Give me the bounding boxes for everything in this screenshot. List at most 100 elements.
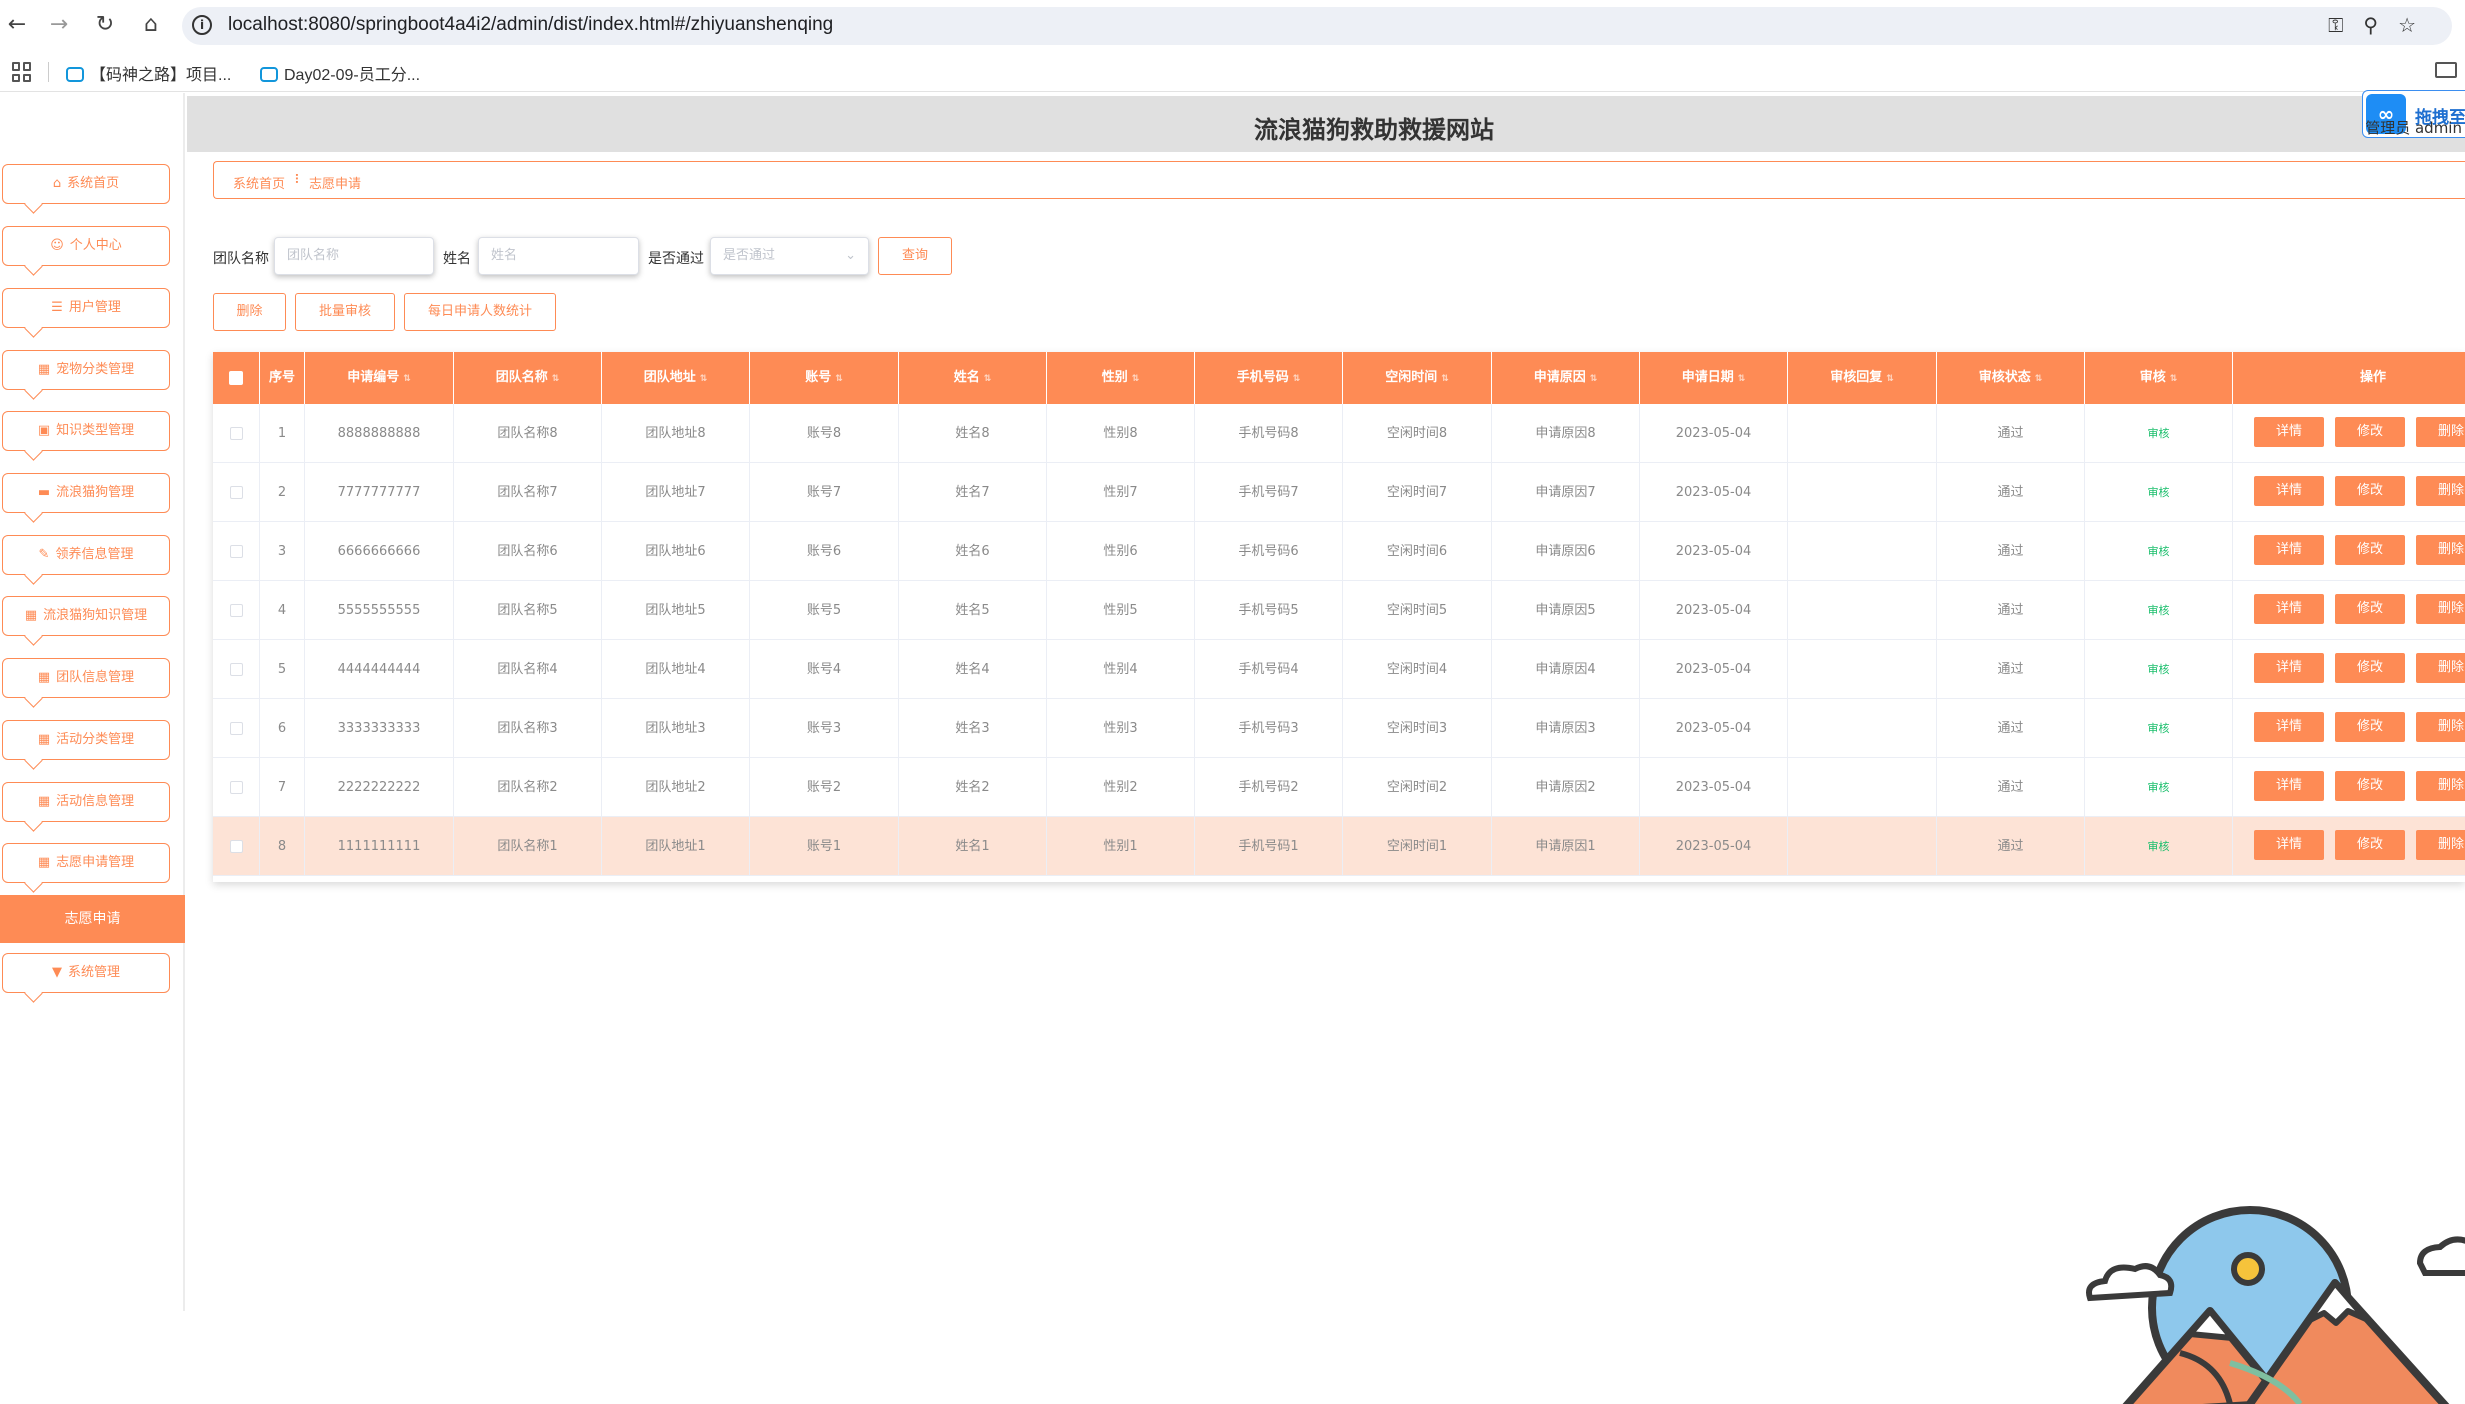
table-row[interactable]: 1 8888888888 团队名称8 团队地址8 账号8 姓名8 性别8 手机号码8 空闲时间8…: [213, 404, 2465, 463]
detail-button[interactable]: 详情: [2254, 771, 2324, 801]
column-header[interactable]: 手机号码 ⇅: [1195, 352, 1343, 404]
sidebar-item-activity-info[interactable]: ▦ 活动信息管理: [2, 782, 170, 822]
query-button[interactable]: 查询: [878, 237, 952, 275]
sidebar-item-stray-animals[interactable]: ▬ 流浪猫狗管理: [2, 473, 170, 513]
row-checkbox[interactable]: [229, 781, 243, 794]
reload-icon[interactable]: ↻: [90, 10, 120, 40]
row-delete-button[interactable]: 删除: [2416, 535, 2465, 565]
table-row[interactable]: 6 3333333333 团队名称3 团队地址3 账号3 姓名3 性别3 手机号码3 空闲时间3…: [213, 699, 2465, 758]
breadcrumb-home[interactable]: 系统首页: [233, 173, 285, 192]
sidebar-item-activity-category[interactable]: ▦ 活动分类管理: [2, 720, 170, 760]
column-header[interactable]: 审核 ⇅: [2085, 352, 2233, 404]
table-row[interactable]: 5 4444444444 团队名称4 团队地址4 账号4 姓名4 性别4 手机号码4 空闲时间4…: [213, 640, 2465, 699]
column-header[interactable]: 团队名称 ⇅: [454, 352, 602, 404]
audit-link[interactable]: 审核: [2148, 781, 2170, 794]
table-row[interactable]: 3 6666666666 团队名称6 团队地址6 账号6 姓名6 性别6 手机号码6 空闲时间6…: [213, 522, 2465, 581]
column-header[interactable]: 审核状态 ⇅: [1937, 352, 2085, 404]
row-checkbox[interactable]: [229, 722, 243, 735]
name-input[interactable]: 姓名: [478, 237, 639, 275]
sidebar-item-profile[interactable]: ☺ 个人中心: [2, 226, 170, 266]
admin-user[interactable]: 管理员 admin: [2365, 117, 2462, 138]
row-delete-button[interactable]: 删除: [2416, 771, 2465, 801]
zoom-icon[interactable]: ⚲: [2363, 13, 2398, 37]
sidebar-item-stray-knowledge[interactable]: ▦ 流浪猫狗知识管理: [2, 596, 170, 636]
sidebar-item-system[interactable]: ▼ 系统管理: [2, 953, 170, 993]
bookmark-item[interactable]: 【码神之路】项目...: [66, 61, 231, 85]
column-header[interactable]: 账号 ⇅: [750, 352, 899, 404]
column-header[interactable]: 姓名 ⇅: [899, 352, 1047, 404]
batch-audit-button[interactable]: 批量审核: [295, 293, 395, 331]
audit-link[interactable]: 审核: [2148, 545, 2170, 558]
audit-link[interactable]: 审核: [2148, 486, 2170, 499]
row-checkbox[interactable]: [229, 545, 243, 558]
table-row[interactable]: 8 1111111111 团队名称1 团队地址1 账号1 姓名1 性别1 手机号码1 空闲时间1…: [213, 817, 2465, 876]
daily-stats-button[interactable]: 每日申请人数统计: [404, 293, 556, 331]
address-bar-icons[interactable]: ⚿⚲☆: [2328, 13, 2436, 37]
sidebar-item-users[interactable]: ☰ 用户管理: [2, 288, 170, 328]
sidebar-item-home[interactable]: ⌂ 系统首页: [2, 164, 170, 204]
bookmark-item[interactable]: Day02-09-员工分...: [260, 61, 420, 85]
edit-button[interactable]: 修改: [2335, 653, 2405, 683]
url-text[interactable]: localhost:8080/springboot4a4i2/admin/dis…: [228, 14, 833, 36]
sidebar-item-adoption[interactable]: ✎ 领养信息管理: [2, 535, 170, 575]
select-all-checkbox[interactable]: [213, 352, 260, 404]
home-icon[interactable]: ⌂: [136, 10, 166, 40]
detail-button[interactable]: 详情: [2254, 535, 2324, 565]
audit-link[interactable]: 审核: [2148, 663, 2170, 676]
site-info-icon[interactable]: i: [192, 15, 212, 35]
row-delete-button[interactable]: 删除: [2416, 594, 2465, 624]
table-row[interactable]: 2 7777777777 团队名称7 团队地址7 账号7 姓名7 性别7 手机号码7 空闲时间7…: [213, 463, 2465, 522]
column-header[interactable]: 申请编号 ⇅: [305, 352, 454, 404]
sidebar-item-pet-category[interactable]: ▦ 宠物分类管理: [2, 350, 170, 390]
audit-link[interactable]: 审核: [2148, 604, 2170, 617]
edit-button[interactable]: 修改: [2335, 771, 2405, 801]
row-delete-button[interactable]: 删除: [2416, 712, 2465, 742]
row-checkbox[interactable]: [229, 604, 243, 617]
pass-select[interactable]: 是否通过 ⌄: [710, 237, 869, 275]
sidebar-item-volunteer-apply-mgmt[interactable]: ▦ 志愿申请管理: [2, 843, 170, 883]
row-checkbox[interactable]: [229, 840, 243, 853]
edit-button[interactable]: 修改: [2335, 594, 2405, 624]
detail-button[interactable]: 详情: [2254, 653, 2324, 683]
apps-grid-icon[interactable]: [12, 62, 32, 82]
column-header[interactable]: 团队地址 ⇅: [602, 352, 750, 404]
forward-icon[interactable]: →: [44, 10, 74, 40]
detail-button[interactable]: 详情: [2254, 476, 2324, 506]
edit-button[interactable]: 修改: [2335, 535, 2405, 565]
edit-button[interactable]: 修改: [2335, 417, 2405, 447]
row-delete-button[interactable]: 删除: [2416, 653, 2465, 683]
star-icon[interactable]: ☆: [2398, 13, 2436, 37]
detail-button[interactable]: 详情: [2254, 417, 2324, 447]
row-checkbox[interactable]: [229, 427, 243, 440]
row-checkbox[interactable]: [229, 663, 243, 676]
sidebar-item-team-info[interactable]: ▦ 团队信息管理: [2, 658, 170, 698]
address-bar[interactable]: i localhost:8080/springboot4a4i2/admin/d…: [182, 7, 2452, 45]
table-row[interactable]: 7 2222222222 团队名称2 团队地址2 账号2 姓名2 性别2 手机号码2 空闲时间2…: [213, 758, 2465, 817]
edit-button[interactable]: 修改: [2335, 476, 2405, 506]
back-icon[interactable]: ←: [2, 10, 32, 40]
edit-button[interactable]: 修改: [2335, 712, 2405, 742]
audit-link[interactable]: 审核: [2148, 840, 2170, 853]
sidebar-item-knowledge-type[interactable]: ▣ 知识类型管理: [2, 411, 170, 451]
column-header[interactable]: 申请原因 ⇅: [1492, 352, 1640, 404]
table-row[interactable]: 4 5555555555 团队名称5 团队地址5 账号5 姓名5 性别5 手机号码5 空闲时间5…: [213, 581, 2465, 640]
edit-button[interactable]: 修改: [2335, 830, 2405, 860]
sidebar-subitem-volunteer-apply[interactable]: 志愿申请: [0, 895, 185, 943]
column-header[interactable]: 申请日期 ⇅: [1640, 352, 1788, 404]
team-name-input[interactable]: 团队名称: [274, 237, 434, 275]
row-delete-button[interactable]: 删除: [2416, 830, 2465, 860]
row-delete-button[interactable]: 删除: [2416, 417, 2465, 447]
column-header[interactable]: 审核回复 ⇅: [1788, 352, 1937, 404]
row-delete-button[interactable]: 删除: [2416, 476, 2465, 506]
detail-button[interactable]: 详情: [2254, 830, 2324, 860]
key-icon[interactable]: ⚿: [2328, 13, 2363, 37]
row-checkbox[interactable]: [229, 486, 243, 499]
detail-button[interactable]: 详情: [2254, 594, 2324, 624]
detail-button[interactable]: 详情: [2254, 712, 2324, 742]
audit-link[interactable]: 审核: [2148, 722, 2170, 735]
audit-link[interactable]: 审核: [2148, 427, 2170, 440]
column-header[interactable]: 性别 ⇅: [1047, 352, 1195, 404]
delete-button[interactable]: 删除: [213, 293, 286, 331]
column-header[interactable]: 空闲时间 ⇅: [1343, 352, 1492, 404]
folder-icon[interactable]: [2435, 62, 2457, 78]
